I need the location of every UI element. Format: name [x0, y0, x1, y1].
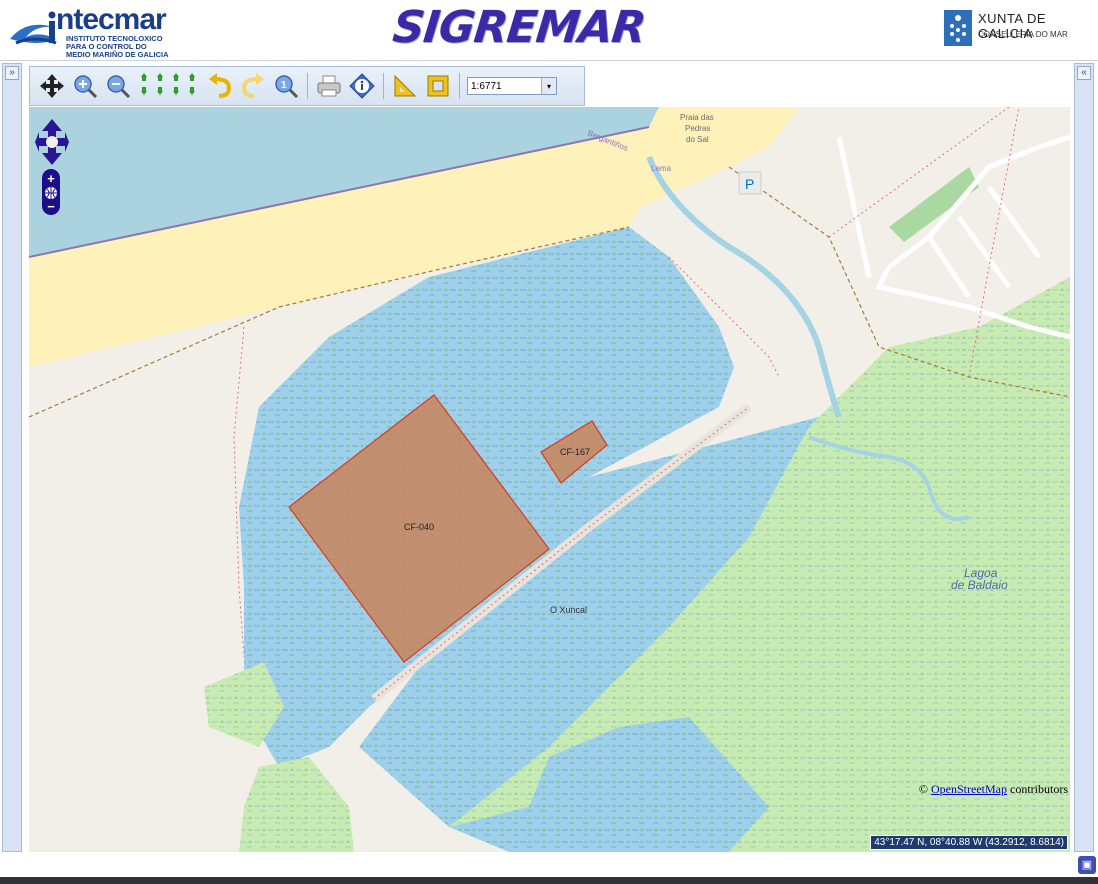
undo-icon [209, 73, 232, 98]
right-panel-bar: « [1074, 63, 1094, 852]
measure-icon [394, 74, 417, 97]
chevron-down-icon: ▾ [541, 78, 556, 94]
label-lema: Lema [651, 164, 672, 173]
parcel-label-cf-040: CF-040 [404, 522, 434, 532]
parking-label: P [745, 176, 754, 192]
redo-button[interactable] [239, 72, 267, 100]
toolbar-separator [459, 73, 460, 99]
label-praia-2: Pedras [685, 124, 710, 133]
toolbar-separator [307, 73, 308, 99]
pan-icon [40, 74, 64, 98]
zoom-out-button[interactable] [104, 72, 132, 100]
directional-pan-buttons[interactable] [137, 72, 201, 100]
zoom-plus-icon[interactable]: + [42, 171, 60, 186]
header: ntecmar INSTITUTO TECNOLOXICO PARA O CON… [0, 0, 1098, 61]
xunta-logo[interactable]: XUNTA DE GALICIA CONSELLERÍA DO MAR [944, 10, 1094, 50]
attribution-text: contributors [1007, 782, 1068, 796]
svg-text:1: 1 [281, 80, 287, 91]
label-o-xuncal: O Xuncal [550, 605, 587, 615]
map-attribution: © OpenStreetMap contributors [919, 782, 1068, 797]
zoom-slider[interactable]: + − [42, 169, 60, 215]
expand-right-panel-button[interactable]: « [1077, 66, 1091, 80]
scale-select[interactable]: 1:6771 ▾ [467, 77, 557, 95]
pan-arrows-control-icon [35, 119, 69, 165]
measure-area-button[interactable] [424, 72, 452, 100]
intecmar-logo[interactable]: ntecmar INSTITUTO TECNOLOXICO PARA O CON… [6, 3, 186, 59]
print-icon [317, 75, 341, 97]
pan-button[interactable] [38, 72, 66, 100]
toolbar-separator [383, 73, 384, 99]
zoom-out-icon [107, 75, 131, 99]
zoom-in-icon [74, 75, 98, 99]
info-icon [349, 73, 375, 99]
undo-button[interactable] [206, 72, 234, 100]
copyright-symbol: © [918, 782, 929, 796]
map-layer: Bergantiños Praia das Pedras do Sal Lema… [29, 107, 1070, 852]
app-title: SIGREMAR [390, 2, 648, 53]
xunta-subtitle: CONSELLERÍA DO MAR [978, 30, 1068, 39]
parcel-label-cf-167: CF-167 [560, 447, 590, 457]
print-button[interactable] [315, 72, 343, 100]
zoom-extent-icon: 1 [275, 75, 299, 99]
measure-distance-button[interactable] [391, 72, 419, 100]
info-button[interactable] [348, 72, 376, 100]
map-canvas[interactable]: Bergantiños Praia das Pedras do Sal Lema… [29, 107, 1070, 852]
scale-value: 1:6771 [471, 80, 502, 92]
zoom-minus-icon[interactable]: − [42, 199, 60, 214]
xunta-emblem-icon [944, 10, 972, 46]
intecmar-subtitle-3: MEDIO MARIÑO DE GALICIA [66, 50, 169, 59]
globe-icon[interactable] [44, 186, 58, 200]
intecmar-wave-icon [10, 11, 57, 45]
pan-control[interactable] [35, 117, 69, 167]
intecmar-wordmark: ntecmar [56, 3, 167, 36]
map-toolbar: 1 1:6771 ▾ [29, 66, 585, 106]
pan-arrows-icon [141, 73, 195, 95]
label-lagoa-2: de Baldaio [951, 578, 1008, 592]
redo-icon [241, 73, 264, 98]
openstreetmap-link[interactable]: OpenStreetMap [931, 782, 1007, 796]
label-praia-3: do Sal [686, 135, 709, 144]
left-panel-bar: » [2, 63, 22, 852]
label-praia-1: Praia das [680, 113, 714, 122]
zoom-extent-button[interactable]: 1 [272, 72, 300, 100]
coordinate-readout: 43°17.47 N, 08°40.88 W (43.2912, 8.6814) [870, 835, 1068, 850]
sigremar-logo: SIGREMAR [390, 2, 648, 58]
area-icon [427, 75, 449, 97]
bottom-strip [0, 877, 1098, 884]
expand-left-panel-button[interactable]: » [5, 66, 19, 80]
zoom-in-button[interactable] [71, 72, 99, 100]
fullscreen-button[interactable]: ▣ [1078, 856, 1096, 874]
